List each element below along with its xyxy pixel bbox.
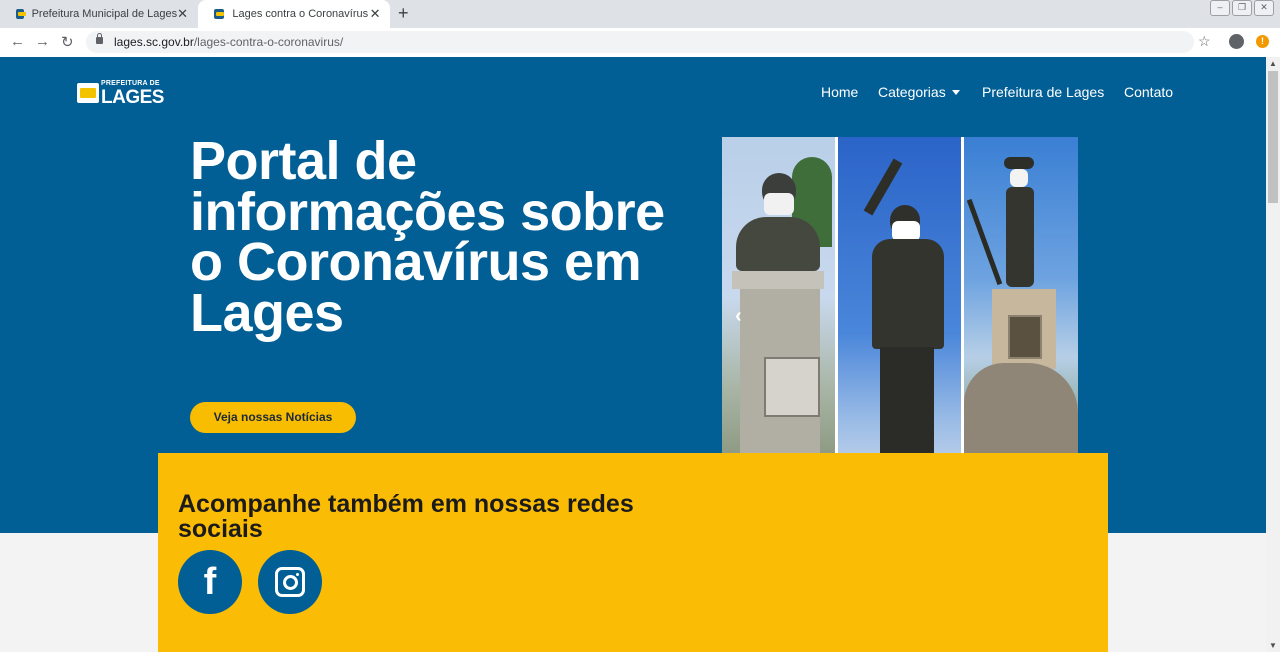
site-favicon-icon	[214, 9, 225, 19]
browser-tab-prefeitura[interactable]: Prefeitura Municipal de Lages ✕	[0, 0, 196, 28]
update-alert-icon[interactable]: !	[1256, 35, 1269, 48]
forward-icon[interactable]: →	[35, 33, 50, 50]
nav-categorias-label: Categorias	[878, 84, 946, 100]
statue-standing-photo	[838, 137, 961, 493]
new-tab-icon[interactable]: +	[398, 4, 409, 22]
browser-toolbar: ← → ↻ lages.sc.gov.br/lages-contra-o-cor…	[0, 28, 1280, 58]
scroll-thumb[interactable]	[1268, 71, 1278, 203]
tab-title: Lages contra o Coronavírus	[232, 8, 369, 20]
site-logo[interactable]: PREFEITURA DE LAGES	[77, 80, 167, 108]
reload-icon[interactable]: ↻	[61, 33, 74, 51]
url-path: /lages-contra-o-coronavirus/	[193, 35, 344, 49]
bookmark-star-icon[interactable]: ☆	[1198, 33, 1211, 50]
logo-top-text: PREFEITURA DE	[101, 80, 160, 87]
facebook-button[interactable]: f	[178, 550, 242, 614]
lock-icon	[96, 33, 103, 44]
browser-tab-bar: Prefeitura Municipal de Lages ✕ Lages co…	[0, 0, 1280, 28]
url-text: lages.sc.gov.br/lages-contra-o-coronavir…	[114, 35, 343, 49]
nav-contato[interactable]: Contato	[1124, 84, 1173, 100]
restore-icon[interactable]: ❐	[1232, 0, 1252, 16]
browser-tab-coronavirus[interactable]: Lages contra o Coronavírus ✕	[198, 0, 390, 28]
back-icon[interactable]: ←	[10, 33, 25, 50]
close-window-icon[interactable]: ✕	[1254, 0, 1274, 16]
logo-main-text: LAGES	[101, 87, 164, 108]
hero-headline: Portal de informações sobre o Coronavíru…	[190, 131, 665, 343]
carousel-prev-arrow-icon[interactable]: ‹	[735, 305, 742, 328]
nav-categorias[interactable]: Categorias	[878, 84, 960, 100]
minimize-icon[interactable]: –	[1210, 0, 1230, 16]
tab-title: Prefeitura Municipal de Lages	[31, 8, 178, 20]
flag-icon	[77, 83, 99, 103]
scroll-down-icon[interactable]: ▼	[1269, 641, 1277, 650]
statues-carousel-image	[722, 137, 1078, 493]
nav-home[interactable]: Home	[821, 84, 858, 100]
instagram-icon	[275, 567, 305, 597]
nav-prefeitura[interactable]: Prefeitura de Lages	[982, 84, 1104, 100]
news-cta-button[interactable]: Veja nossas Notícias	[190, 402, 356, 433]
close-tab-icon[interactable]: ✕	[177, 6, 188, 22]
facebook-icon: f	[203, 561, 217, 603]
address-bar[interactable]: lages.sc.gov.br/lages-contra-o-coronavir…	[86, 31, 1194, 53]
window-controls: – ❐ ✕	[1210, 0, 1274, 16]
scroll-up-icon[interactable]: ▲	[1269, 59, 1277, 68]
profile-avatar-icon[interactable]	[1229, 34, 1244, 49]
statue-monument-photo	[964, 137, 1078, 493]
social-title: Acompanhe também em nossas redes sociais	[178, 490, 634, 543]
close-tab-icon[interactable]: ✕	[368, 6, 382, 22]
site-favicon-icon	[16, 9, 26, 19]
url-domain: lages.sc.gov.br	[114, 35, 194, 49]
dropdown-caret-icon	[951, 90, 960, 95]
page-scrollbar[interactable]: ▲ ▼	[1266, 57, 1280, 652]
instagram-button[interactable]	[258, 550, 322, 614]
